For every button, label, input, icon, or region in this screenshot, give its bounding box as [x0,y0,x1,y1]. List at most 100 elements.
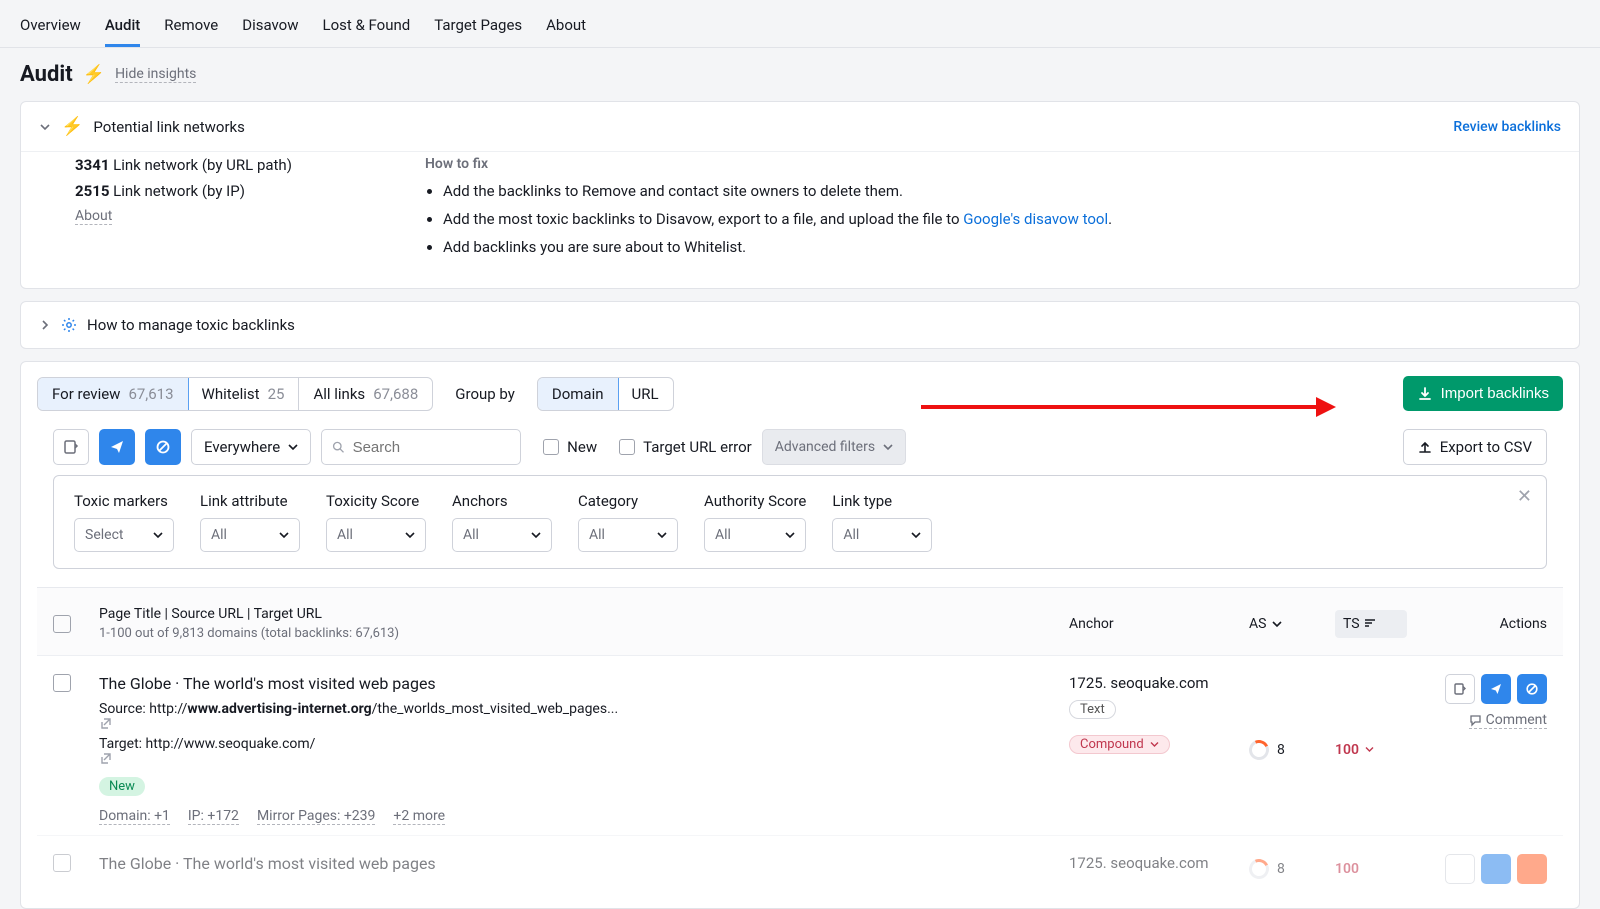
how-to-fix-title: How to fix [425,156,1112,172]
comment-link[interactable]: Comment [1469,712,1547,729]
as-cell: 8 [1249,674,1335,825]
col-main-title: Page Title | Source URL | Target URL [99,606,1069,622]
scope-dropdown[interactable]: Everywhere [191,429,311,465]
row-checkbox[interactable] [53,674,71,692]
fix-step: Add backlinks you are sure about to Whit… [443,238,1112,256]
howto-header[interactable]: How to manage toxic backlinks [21,302,1579,348]
donut-icon [1246,737,1272,763]
ts-cell[interactable]: 100 [1335,674,1407,825]
row-send-button[interactable] [1481,854,1511,884]
fix-step: Add the most toxic backlinks to Disavow,… [443,210,1112,228]
tab-about[interactable]: About [546,10,586,47]
row-source: Source: http://www.advertising-internet.… [99,701,1069,730]
col-as[interactable]: AS [1249,616,1335,632]
tab-target-pages[interactable]: Target Pages [434,10,522,47]
seg-whitelist[interactable]: Whitelist25 [188,378,300,410]
bolt-icon: ⚡ [83,64,105,85]
row-whitelist-button[interactable] [1445,674,1475,704]
seg-domain[interactable]: Domain [537,377,619,411]
chip-domain[interactable]: Domain: +1 [99,808,170,825]
chevron-down-icon [288,442,298,452]
filter-label: Toxic markers [74,492,174,510]
toxicity-score-select[interactable]: All [326,518,426,552]
authority-score-select[interactable]: All [704,518,806,552]
chevron-right-icon [39,319,51,331]
seg-all-links[interactable]: All links67,688 [299,378,432,410]
filter-label: Anchors [452,492,552,510]
row-target: Target: http://www.seoquake.com/ [99,736,1069,765]
chevron-down-icon [1150,740,1159,749]
review-backlinks-link[interactable]: Review backlinks [1453,119,1561,135]
row-title[interactable]: The Globe · The world's most visited web… [99,674,1069,693]
tag-text: Text [1069,700,1116,719]
hide-insights-link[interactable]: Hide insights [115,66,196,83]
external-link-icon[interactable] [99,752,1069,765]
tab-overview[interactable]: Overview [20,10,81,47]
block-action-button[interactable] [145,429,181,465]
metric-ip: 2515 Link network (by IP) [75,182,395,200]
filter-label: Toxicity Score [326,492,426,510]
chip-mirror[interactable]: Mirror Pages: +239 [257,808,375,825]
howto-card: How to manage toxic backlinks [20,301,1580,349]
list-segments: For review67,613 Whitelist25 All links67… [37,377,433,411]
external-link-icon[interactable] [99,717,1069,730]
tab-disavow[interactable]: Disavow [242,10,298,47]
category-select[interactable]: All [578,518,678,552]
seg-url[interactable]: URL [618,378,673,410]
chip-more[interactable]: +2 more [393,808,445,825]
select-all-checkbox[interactable] [53,615,71,633]
table-header: Page Title | Source URL | Target URL 1-1… [37,587,1563,655]
toolbar-card: For review67,613 Whitelist25 All links67… [20,361,1580,909]
anchor-text: 1725. seoquake.com [1069,674,1249,692]
row-send-button[interactable] [1481,674,1511,704]
chevron-down-icon [883,442,893,452]
tab-remove[interactable]: Remove [164,10,218,47]
col-ts[interactable]: TS [1335,610,1407,638]
tag-compound[interactable]: Compound [1069,735,1170,754]
export-csv-button[interactable]: Export to CSV [1403,429,1547,465]
import-backlinks-button[interactable]: Import backlinks [1403,376,1563,411]
row-block-button[interactable] [1517,674,1547,704]
upload-icon [1418,440,1432,454]
page-title-row: Audit ⚡ Hide insights [0,48,1600,101]
send-action-button[interactable] [99,429,135,465]
row-block-button[interactable] [1517,854,1547,884]
disavow-tool-link[interactable]: Google's disavow tool [963,210,1108,228]
close-icon[interactable]: ✕ [1517,486,1532,507]
link-attribute-select[interactable]: All [200,518,300,552]
chip-ip[interactable]: IP: +172 [188,808,239,825]
target-url-error-checkbox[interactable]: Target URL error [619,438,752,456]
toxic-markers-select[interactable]: Select [74,518,174,552]
sort-desc-icon [1364,619,1376,629]
whitelist-action-button[interactable] [53,429,89,465]
filter-label: Link type [832,492,932,510]
tab-lost-found[interactable]: Lost & Found [322,10,410,47]
seg-for-review[interactable]: For review67,613 [37,377,189,411]
bolt-icon: ⚡ [61,116,83,137]
chevron-down-icon [1272,619,1282,629]
col-anchor[interactable]: Anchor [1069,616,1249,632]
groupby-segments: Domain URL [537,377,674,411]
tab-audit[interactable]: Audit [105,10,140,47]
advanced-filters-button[interactable]: Advanced filters [762,429,906,465]
table-row: The Globe · The world's most visited web… [37,655,1563,835]
insight-header[interactable]: ⚡ Potential link networks Review backlin… [21,102,1579,151]
new-checkbox[interactable]: New [543,438,597,456]
link-type-select[interactable]: All [832,518,932,552]
chevron-down-icon [39,121,51,133]
metric-url-path: 3341 Link network (by URL path) [75,156,395,174]
top-nav: Overview Audit Remove Disavow Lost & Fou… [0,0,1600,48]
about-link[interactable]: About [75,208,112,225]
row-whitelist-button[interactable] [1445,854,1475,884]
insight-card: ⚡ Potential link networks Review backlin… [20,101,1580,289]
row-checkbox[interactable] [53,854,71,872]
page-title: Audit [20,62,73,87]
search-input[interactable] [353,439,511,456]
anchor-text: 1725. seoquake.com [1069,854,1249,872]
chevron-down-icon [1365,745,1374,754]
anchors-select[interactable]: All [452,518,552,552]
table-row: The Globe · The world's most visited web… [37,835,1563,894]
donut-icon [1246,856,1272,882]
insight-title: Potential link networks [93,118,244,136]
filter-panel: Toxic markersSelect Link attributeAll To… [53,475,1547,569]
